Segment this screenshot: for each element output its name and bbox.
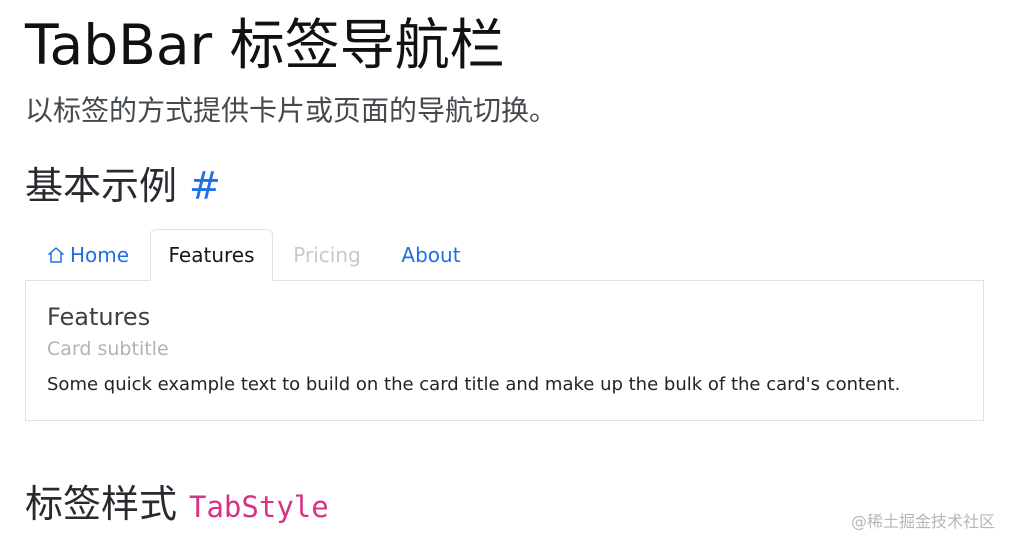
card-text: Some quick example text to build on the …	[47, 374, 901, 395]
section-basic-title: 基本示例	[25, 164, 178, 208]
tab-about[interactable]: About	[381, 229, 481, 280]
section-tabstyle-heading: 标签样式 TabStyle	[25, 478, 329, 533]
tab-features[interactable]: Features	[150, 229, 273, 281]
tab-home-label: Home	[69, 242, 130, 267]
card-subtitle: Card subtitle	[47, 338, 169, 360]
section-tabstyle-title: 标签样式	[25, 482, 178, 526]
page-lead: 以标签的方式提供卡片或页面的导航切换。	[25, 94, 558, 127]
home-icon	[46, 245, 66, 265]
section-anchor-link[interactable]: #	[189, 164, 221, 208]
card-title: Features	[47, 303, 151, 331]
tabbar: Home Features Pricing About	[25, 229, 984, 281]
tab-pricing-label: Pricing	[293, 242, 361, 267]
tabstyle-code: TabStyle	[189, 490, 329, 524]
tab-home[interactable]: Home	[25, 229, 150, 280]
page-title: TabBar 标签导航栏	[25, 13, 505, 77]
watermark: @稀土掘金技术社区	[850, 512, 995, 531]
section-basic-heading: 基本示例 #	[25, 160, 221, 212]
tab-panel-card: Features Card subtitle Some quick exampl…	[25, 280, 984, 421]
tab-features-label: Features	[168, 243, 255, 267]
tab-pricing: Pricing	[273, 229, 381, 280]
tab-about-label: About	[401, 242, 461, 267]
